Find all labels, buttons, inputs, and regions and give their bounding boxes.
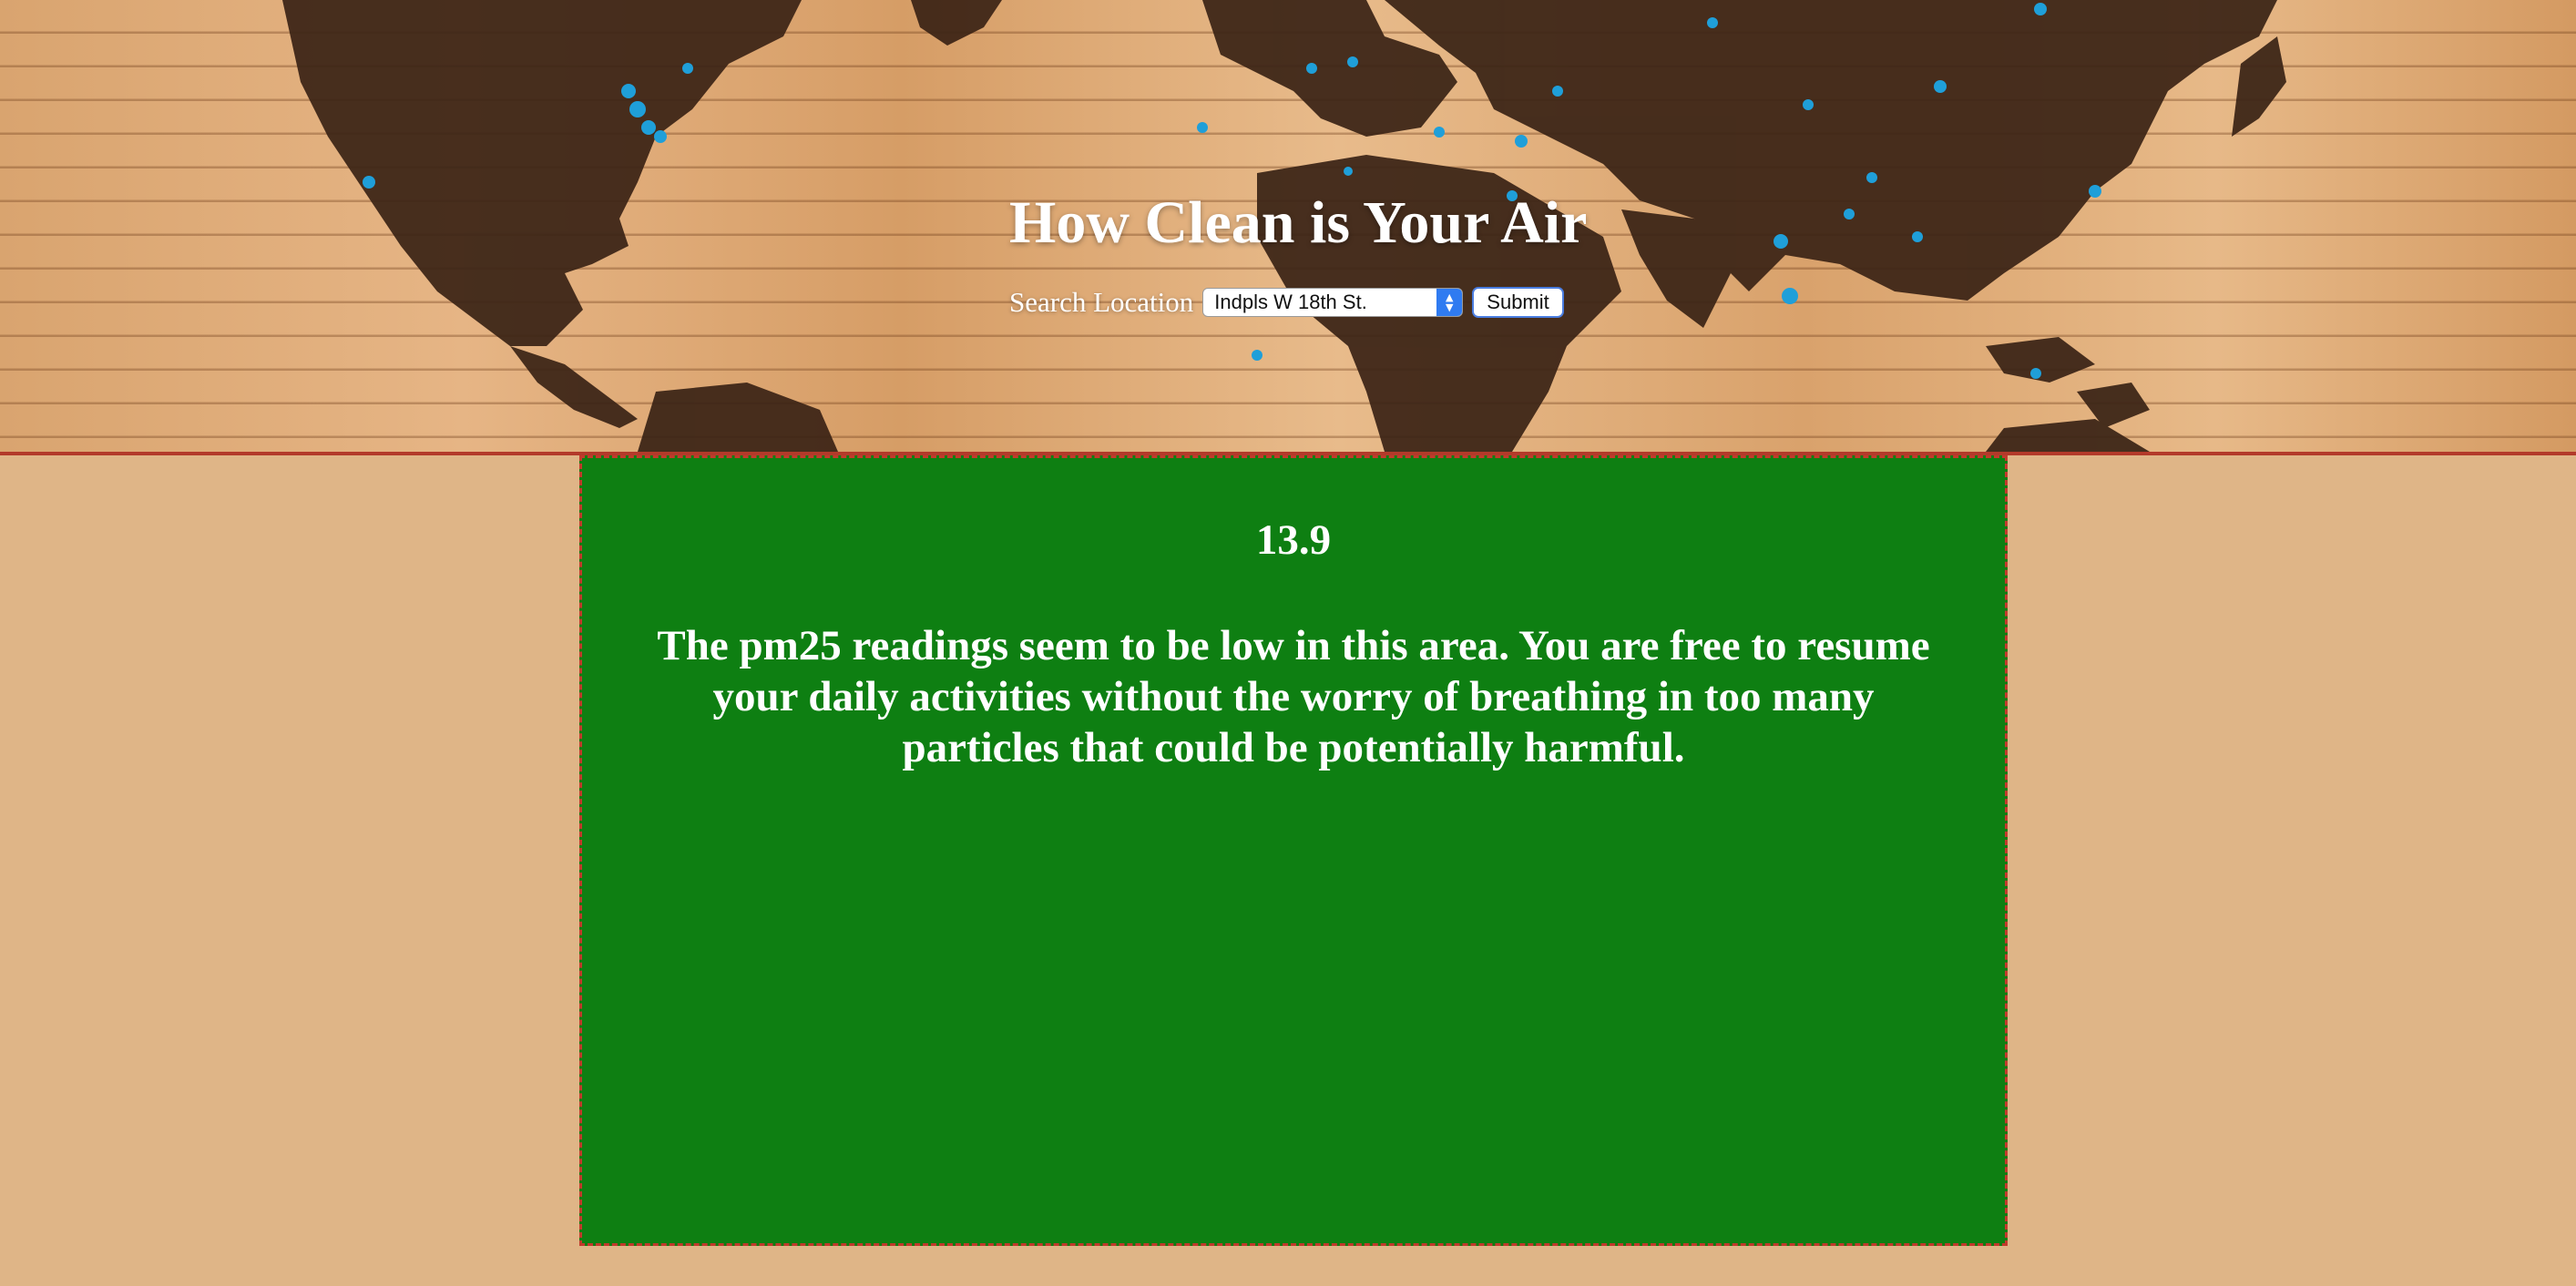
pm25-reading-value: 13.9	[1255, 516, 1332, 564]
page-title: How Clean is Your Air	[1009, 189, 1588, 256]
chevron-down-icon: ▼	[1446, 301, 1454, 313]
search-location-label: Search Location	[1009, 286, 1194, 318]
submit-button[interactable]: Submit	[1472, 287, 1564, 318]
location-select[interactable]: Indpls W 18th St. ▲ ▼	[1202, 288, 1464, 317]
hero-content: How Clean is Your Air Search Location In…	[1009, 182, 1588, 321]
air-quality-message: The pm25 readings seem to be low in this…	[657, 622, 1930, 771]
location-select-value: Indpls W 18th St.	[1214, 291, 1367, 313]
search-form: Search Location Indpls W 18th St. ▲ ▼ Su…	[1009, 284, 1574, 321]
select-up-down-arrows-icon: ▲ ▼	[1436, 289, 1463, 316]
hero-banner: How Clean is Your Air Search Location In…	[0, 0, 2576, 455]
air-quality-result-panel: 13.9 The pm25 readings seem to be low in…	[579, 455, 2008, 1246]
